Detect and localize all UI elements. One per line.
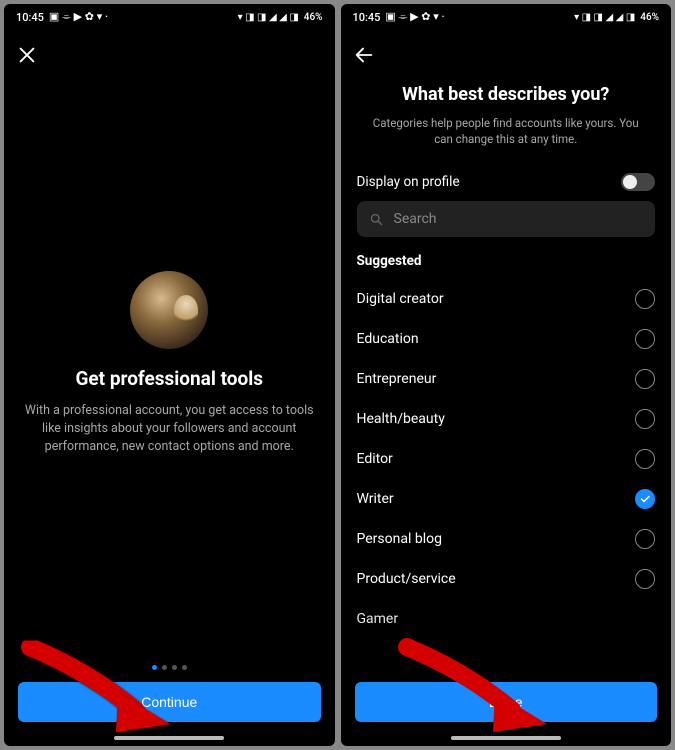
category-option[interactable]: Entrepreneur [357, 359, 656, 399]
home-indicator [451, 736, 561, 740]
category-label: Health/beauty [357, 411, 445, 427]
status-bar: 10:45 ▣ ⌯ ▶ ✿ ▾ · ▾ ◨ ◨ ◢ ◢ ◨ 46% [4, 4, 335, 30]
radio-unselected[interactable] [635, 569, 655, 589]
status-time: 10:45 [16, 11, 44, 24]
category-label: Digital creator [357, 291, 444, 307]
radio-unselected[interactable] [635, 289, 655, 309]
done-button[interactable]: Done [355, 682, 658, 722]
back-button[interactable] [345, 36, 383, 74]
home-indicator [114, 736, 224, 740]
radio-unselected[interactable] [635, 329, 655, 349]
pager-dot [172, 665, 177, 670]
status-battery: 46% [304, 12, 323, 23]
category-option[interactable]: Health/beauty [357, 399, 656, 439]
radio-unselected[interactable] [635, 369, 655, 389]
page-title: Get professional tools [75, 367, 263, 390]
pager-dots [4, 665, 335, 670]
pager-dot [162, 665, 167, 670]
category-option[interactable]: Personal blog [357, 519, 656, 559]
radio-unselected[interactable] [635, 409, 655, 429]
status-icons-right: ▾ ◨ ◨ ◢ ◢ ◨ [238, 12, 299, 23]
category-label: Writer [357, 491, 394, 507]
category-option[interactable]: Education [357, 319, 656, 359]
screen-select-category: 10:45 ▣ ⌯ ▶ ✿ ▾ · ▾ ◨ ◨ ◢ ◢ ◨ 46% What b… [341, 4, 672, 746]
category-label: Personal blog [357, 531, 442, 547]
close-icon [16, 44, 38, 66]
category-list: Digital creator Education Entrepreneur Heal… [357, 279, 656, 682]
display-on-profile-toggle[interactable] [621, 173, 655, 191]
category-label: Editor [357, 451, 393, 467]
pager-dot [152, 665, 157, 670]
status-icons-right: ▾ ◨ ◨ ◢ ◢ ◨ [574, 12, 635, 23]
search-icon [369, 212, 384, 227]
avatar [130, 271, 208, 349]
close-button[interactable] [8, 36, 46, 74]
category-option[interactable]: Editor [357, 439, 656, 479]
category-label: Entrepreneur [357, 371, 437, 387]
continue-button[interactable]: Continue [18, 682, 321, 722]
page-title: What best describes you? [357, 84, 656, 105]
category-option[interactable]: Digital creator [357, 279, 656, 319]
display-on-profile-row[interactable]: Display on profile [357, 169, 656, 201]
category-label: Product/service [357, 571, 456, 587]
check-icon [639, 493, 651, 505]
back-arrow-icon [353, 44, 375, 66]
pager-dot [182, 665, 187, 670]
search-placeholder: Search [394, 211, 437, 227]
status-icons-left: ▣ ⌯ ▶ ✿ ▾ · [49, 10, 108, 24]
category-option[interactable]: Product/service [357, 559, 656, 599]
page-description: With a professional account, you get acc… [24, 402, 314, 456]
display-on-profile-label: Display on profile [357, 174, 460, 190]
search-input[interactable]: Search [357, 201, 656, 237]
radio-unselected[interactable] [635, 449, 655, 469]
category-label: Education [357, 331, 419, 347]
status-time: 10:45 [353, 11, 381, 24]
radio-unselected[interactable] [635, 529, 655, 549]
category-option-cutoff[interactable]: Gamer [357, 599, 656, 639]
status-icons-left: ▣ ⌯ ▶ ✿ ▾ · [385, 10, 444, 24]
status-battery: 46% [640, 12, 659, 23]
category-option[interactable]: Writer [357, 479, 656, 519]
screen-professional-tools: 10:45 ▣ ⌯ ▶ ✿ ▾ · ▾ ◨ ◨ ◢ ◢ ◨ 46% Get pr… [4, 4, 335, 746]
page-subtitle: Categories help people find accounts lik… [369, 115, 644, 147]
section-label-suggested: Suggested [357, 253, 656, 269]
radio-selected[interactable] [635, 489, 655, 509]
status-bar: 10:45 ▣ ⌯ ▶ ✿ ▾ · ▾ ◨ ◨ ◢ ◢ ◨ 46% [341, 4, 672, 30]
